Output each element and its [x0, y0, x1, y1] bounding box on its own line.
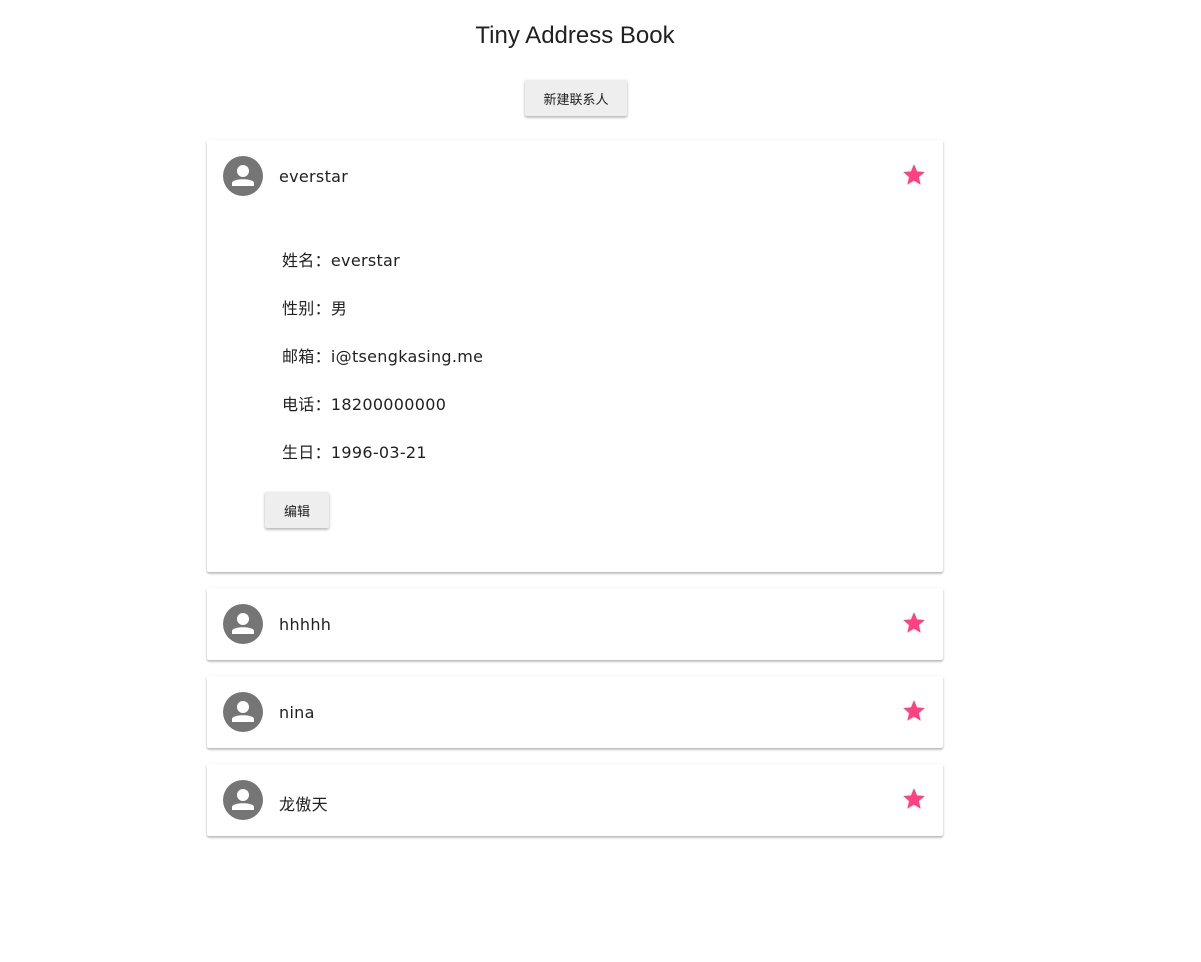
page-title: Tiny Address Book	[475, 22, 675, 49]
star-icon[interactable]	[901, 162, 927, 188]
contact-name: 龙傲天	[279, 795, 328, 814]
contact-card-header[interactable]: nina	[207, 676, 943, 748]
contact-card-header[interactable]: 龙傲天	[207, 764, 943, 836]
star-icon[interactable]	[901, 610, 927, 636]
contact-card: everstar 姓名：everstar 性别：男 邮箱：i@tsengkasi…	[207, 140, 943, 572]
contact-card: hhhhh	[207, 588, 943, 660]
contact-card-header[interactable]: everstar	[207, 140, 943, 212]
contact-card: 龙傲天	[207, 764, 943, 836]
detail-gender: 性别：男	[282, 299, 348, 318]
star-icon[interactable]	[901, 698, 927, 724]
contact-name: hhhhh	[279, 615, 332, 634]
edit-button[interactable]: 编辑	[265, 492, 329, 528]
detail-birthday: 生日：1996-03-21	[282, 443, 427, 462]
person-icon	[223, 692, 263, 732]
contact-name: nina	[279, 703, 315, 722]
person-icon	[223, 156, 263, 196]
detail-email: 邮箱：i@tsengkasing.me	[282, 347, 484, 366]
new-contact-button[interactable]: 新建联系人	[525, 80, 627, 116]
contact-name: everstar	[279, 167, 349, 186]
person-icon	[223, 780, 263, 820]
person-icon	[223, 604, 263, 644]
contact-card: nina	[207, 676, 943, 748]
contact-card-header[interactable]: hhhhh	[207, 588, 943, 660]
detail-phone: 电话：18200000000	[282, 395, 447, 414]
detail-name: 姓名：everstar	[282, 251, 401, 270]
star-icon[interactable]	[901, 786, 927, 812]
